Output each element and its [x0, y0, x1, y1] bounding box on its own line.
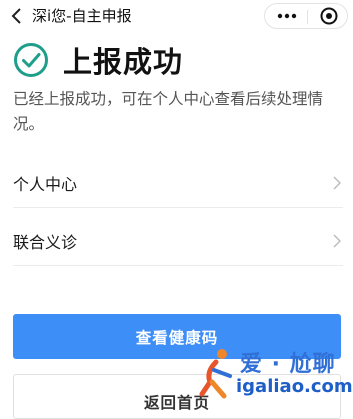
- capsule-divider: [307, 10, 308, 24]
- view-health-code-button[interactable]: 查看健康码: [13, 314, 341, 359]
- success-header: 上报成功: [13, 40, 183, 80]
- chevron-right-icon: [333, 175, 343, 191]
- menu-item-joint-clinic[interactable]: 联合义诊: [13, 216, 343, 266]
- check-circle-icon: [14, 43, 48, 77]
- menu-item-label: 个人中心: [13, 174, 78, 194]
- page-title: 深i您-自主申报: [32, 7, 132, 25]
- target-close-icon: [320, 7, 338, 25]
- chevron-right-icon: [333, 233, 343, 249]
- menu-item-label: 联合义诊: [13, 232, 78, 252]
- chevron-left-icon: [11, 8, 21, 24]
- close-button[interactable]: [317, 4, 341, 28]
- menu-item-personal-center[interactable]: 个人中心: [13, 158, 343, 208]
- navigation-bar: 深i您-自主申报: [0, 0, 353, 32]
- back-button[interactable]: [6, 6, 26, 26]
- more-button[interactable]: [275, 4, 299, 28]
- success-description: 已经上报成功，可在个人中心查看后续处理情况。: [13, 90, 324, 133]
- back-home-button[interactable]: 返回首页: [13, 374, 341, 419]
- mini-program-capsule: [264, 3, 348, 29]
- more-dots-icon: [277, 13, 297, 19]
- success-title: 上报成功: [63, 45, 184, 79]
